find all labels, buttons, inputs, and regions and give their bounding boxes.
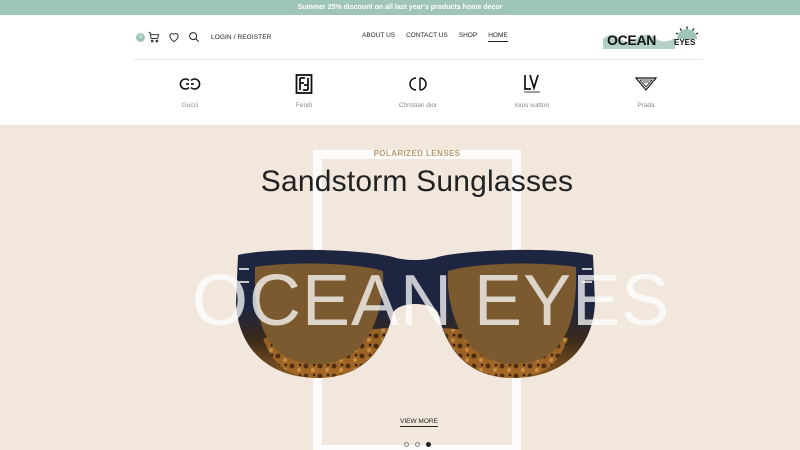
cart-count-badge: 0 bbox=[136, 32, 145, 42]
slider-dot-3[interactable] bbox=[426, 442, 431, 447]
site-header: 0 LOGIN / REGISTER ABOUT US CONTACT US S… bbox=[0, 15, 800, 60]
brand-name: louis vuitton bbox=[514, 102, 550, 109]
promo-bar: Summer 25% discount on all last year's p… bbox=[0, 0, 800, 15]
prada-logo-icon bbox=[634, 77, 658, 91]
brand-prada[interactable]: Prada bbox=[589, 60, 703, 125]
brand-gucci[interactable]: Gucci bbox=[133, 60, 247, 125]
view-more-button[interactable]: VIEW MORE bbox=[400, 418, 438, 427]
brand-strip: Gucci Fendi Christian dior louis vuitton… bbox=[133, 60, 703, 125]
brand-fendi[interactable]: Fendi bbox=[247, 60, 361, 125]
fendi-logo-icon bbox=[295, 74, 313, 94]
hero-title: Sandstorm Sunglasses bbox=[260, 165, 574, 198]
header-inner: 0 LOGIN / REGISTER ABOUT US CONTACT US S… bbox=[133, 15, 703, 60]
brand-name: Christian dior bbox=[398, 102, 438, 109]
brand-name: Prada bbox=[637, 102, 655, 109]
nav-contact-us[interactable]: CONTACT US bbox=[406, 32, 448, 42]
nav-home[interactable]: HOME bbox=[488, 32, 508, 42]
cart-icon bbox=[148, 31, 160, 43]
dior-logo-icon bbox=[409, 77, 427, 91]
promo-text: Summer 25% discount on all last year's p… bbox=[297, 4, 503, 11]
site-logo[interactable]: OCEAN EYES bbox=[603, 23, 703, 49]
logo-sub-wordmark: EYES bbox=[674, 38, 696, 47]
search-icon[interactable] bbox=[187, 30, 201, 44]
gucci-logo-icon bbox=[179, 78, 201, 90]
cart-button[interactable]: 0 bbox=[136, 30, 161, 44]
slider-dot-2[interactable] bbox=[415, 442, 420, 447]
slider-dot-1[interactable] bbox=[404, 442, 409, 447]
brand-name: Gucci bbox=[181, 102, 199, 109]
wishlist-heart-icon[interactable] bbox=[167, 30, 181, 44]
nav-shop[interactable]: SHOP bbox=[459, 32, 477, 42]
header-actions: 0 LOGIN / REGISTER bbox=[136, 29, 271, 45]
brand-louis-vuitton[interactable]: louis vuitton bbox=[475, 60, 589, 125]
login-register-link[interactable]: LOGIN / REGISTER bbox=[211, 34, 271, 41]
main-nav: ABOUT US CONTACT US SHOP HOME bbox=[362, 32, 508, 42]
brand-name: Fendi bbox=[295, 102, 313, 109]
louis-vuitton-logo-icon bbox=[524, 74, 540, 93]
logo-wordmark: OCEAN bbox=[607, 32, 657, 48]
hero-eyebrow: POLARIZED LENSES bbox=[373, 149, 461, 158]
hero-watermark: OCEAN EYES bbox=[192, 261, 671, 341]
slider-pagination bbox=[404, 442, 431, 447]
brand-dior[interactable]: Christian dior bbox=[361, 60, 475, 125]
nav-about-us[interactable]: ABOUT US bbox=[362, 32, 395, 42]
hero-slider: POLARIZED LENSES Sandstorm Sunglasses OC… bbox=[0, 125, 800, 450]
